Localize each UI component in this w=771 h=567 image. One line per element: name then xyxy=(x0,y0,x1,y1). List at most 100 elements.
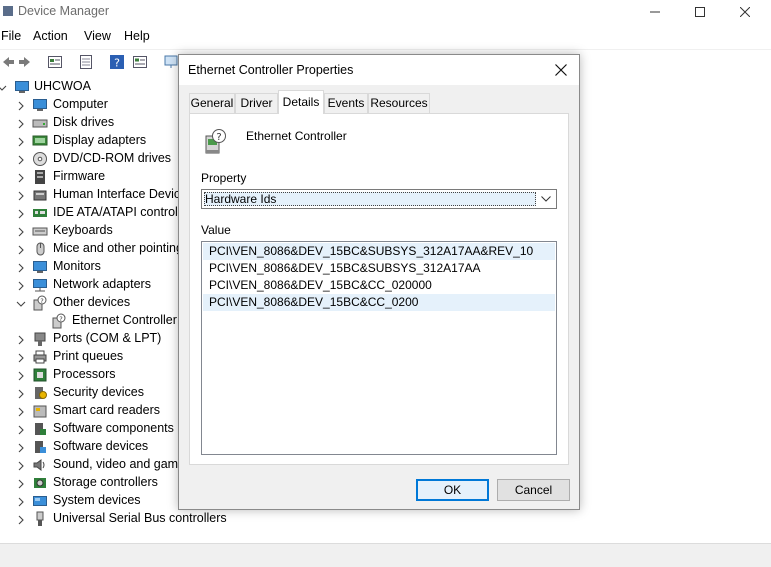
forward-arrow-icon[interactable] xyxy=(17,54,33,70)
chevron-right-icon[interactable] xyxy=(16,245,26,255)
tree-item-label: Keyboards xyxy=(53,223,113,237)
tree-item-label: Storage controllers xyxy=(53,475,158,489)
tree-item[interactable]: Universal Serial Bus controllers xyxy=(0,510,771,528)
chevron-right-icon[interactable] xyxy=(16,227,26,237)
tree-item-label: System devices xyxy=(53,493,141,507)
tree-item-label: Mice and other pointing xyxy=(53,241,183,255)
tree-item-label: Ports (COM & LPT) xyxy=(53,331,162,345)
value-list[interactable]: PCI\VEN_8086&DEV_15BC&SUBSYS_312A17AA&RE… xyxy=(201,241,557,455)
keyboard-icon xyxy=(32,227,48,236)
back-arrow-icon[interactable] xyxy=(0,54,16,70)
tree-item-label: DVD/CD-ROM drives xyxy=(53,151,172,165)
action-view-icon[interactable] xyxy=(132,54,148,70)
chevron-right-icon[interactable] xyxy=(16,371,26,381)
tree-item-label: Disk drives xyxy=(53,115,115,129)
chevron-right-icon[interactable] xyxy=(16,137,26,147)
chevron-right-icon[interactable] xyxy=(16,209,26,219)
update-driver-icon[interactable] xyxy=(78,54,94,70)
dvd-icon xyxy=(33,152,47,166)
chevron-down-icon xyxy=(541,196,551,202)
chevron-right-icon[interactable] xyxy=(16,425,26,435)
tree-item-label: UHCWOA xyxy=(34,79,91,93)
network-icon xyxy=(33,279,47,292)
menu-help[interactable]: Help xyxy=(124,29,150,43)
smartcard-icon xyxy=(33,405,47,418)
usb-icon xyxy=(36,511,44,526)
dialog-close-button[interactable] xyxy=(543,55,579,85)
port-icon xyxy=(34,332,46,346)
tab-general[interactable]: General xyxy=(189,93,235,113)
chevron-right-icon[interactable] xyxy=(16,101,26,111)
security-icon xyxy=(35,387,47,399)
dialog-title: Ethernet Controller Properties xyxy=(188,63,354,77)
tab-details[interactable]: Details xyxy=(278,90,324,114)
menu-view[interactable]: View xyxy=(84,29,111,43)
chevron-right-icon[interactable] xyxy=(16,281,26,291)
chevron-right-icon[interactable] xyxy=(16,515,26,525)
menu-action[interactable]: Action xyxy=(33,29,68,43)
chevron-right-icon[interactable] xyxy=(16,389,26,399)
monitor-icon xyxy=(33,261,47,273)
chevron-right-icon[interactable] xyxy=(16,191,26,201)
tab-driver[interactable]: Driver xyxy=(235,93,278,113)
close-icon xyxy=(740,7,750,17)
minimize-icon xyxy=(650,11,660,13)
close-button[interactable] xyxy=(722,0,768,24)
svg-text:?: ? xyxy=(59,315,62,323)
menu-bar: File Action View Help xyxy=(0,26,771,46)
close-icon xyxy=(555,64,567,76)
tree-item-label: Security devices xyxy=(53,385,145,399)
chevron-right-icon[interactable] xyxy=(16,155,26,165)
mouse-icon xyxy=(36,242,45,256)
property-dropdown[interactable]: Hardware Ids xyxy=(201,189,557,209)
chevron-right-icon[interactable] xyxy=(16,119,26,129)
tree-item-label: Computer xyxy=(53,97,108,111)
chevron-right-icon[interactable] xyxy=(16,407,26,417)
hid-icon xyxy=(33,190,47,201)
help-icon[interactable]: ? xyxy=(109,54,125,70)
tree-item-label: Human Interface Device xyxy=(53,187,188,201)
tab-events[interactable]: Events xyxy=(324,93,368,113)
value-row[interactable]: PCI\VEN_8086&DEV_15BC&CC_020000 xyxy=(203,277,555,294)
ok-button[interactable]: OK xyxy=(416,479,489,501)
firmware-icon xyxy=(35,170,45,184)
scan-icon[interactable] xyxy=(163,54,179,70)
chevron-right-icon[interactable] xyxy=(16,353,26,363)
chevron-right-icon[interactable] xyxy=(16,443,26,453)
chevron-down-icon[interactable] xyxy=(16,299,26,309)
unknown-device-icon: ? xyxy=(33,295,47,311)
value-row[interactable]: PCI\VEN_8086&DEV_15BC&CC_0200 xyxy=(203,294,555,311)
unknown-device-icon: ? xyxy=(205,129,226,154)
dialog-titlebar: Ethernet Controller Properties xyxy=(179,55,579,85)
svg-text:?: ? xyxy=(40,297,43,305)
software-component-icon xyxy=(35,423,46,435)
chevron-right-icon[interactable] xyxy=(16,173,26,183)
tree-item-label: Sound, video and game xyxy=(53,457,186,471)
svg-text:?: ? xyxy=(114,57,120,70)
chevron-down-icon[interactable] xyxy=(0,83,7,93)
sound-icon xyxy=(33,459,45,471)
tree-item-label: Software components xyxy=(53,421,174,435)
tree-item-label: Other devices xyxy=(53,295,131,309)
chevron-right-icon[interactable] xyxy=(16,461,26,471)
chevron-right-icon[interactable] xyxy=(16,479,26,489)
ide-icon xyxy=(33,209,47,217)
tree-item-label: Smart card readers xyxy=(53,403,160,417)
property-label: Property xyxy=(201,171,247,185)
property-selected-value: Hardware Ids xyxy=(205,192,277,206)
tree-item-label: Firmware xyxy=(53,169,106,183)
chevron-right-icon[interactable] xyxy=(16,335,26,345)
maximize-button[interactable] xyxy=(677,0,723,24)
value-row[interactable]: PCI\VEN_8086&DEV_15BC&SUBSYS_312A17AA xyxy=(203,260,555,277)
processor-icon xyxy=(33,368,47,382)
chevron-right-icon[interactable] xyxy=(16,263,26,273)
menu-file[interactable]: File xyxy=(1,29,21,43)
svg-text:?: ? xyxy=(216,132,221,143)
tab-resources[interactable]: Resources xyxy=(368,93,430,113)
properties-icon[interactable] xyxy=(47,54,63,70)
value-row[interactable]: PCI\VEN_8086&DEV_15BC&SUBSYS_312A17AA&RE… xyxy=(203,243,555,260)
cancel-button[interactable]: Cancel xyxy=(497,479,570,501)
minimize-button[interactable] xyxy=(632,0,678,24)
chevron-right-icon[interactable] xyxy=(16,497,26,507)
tree-item-label: Universal Serial Bus controllers xyxy=(53,511,227,525)
